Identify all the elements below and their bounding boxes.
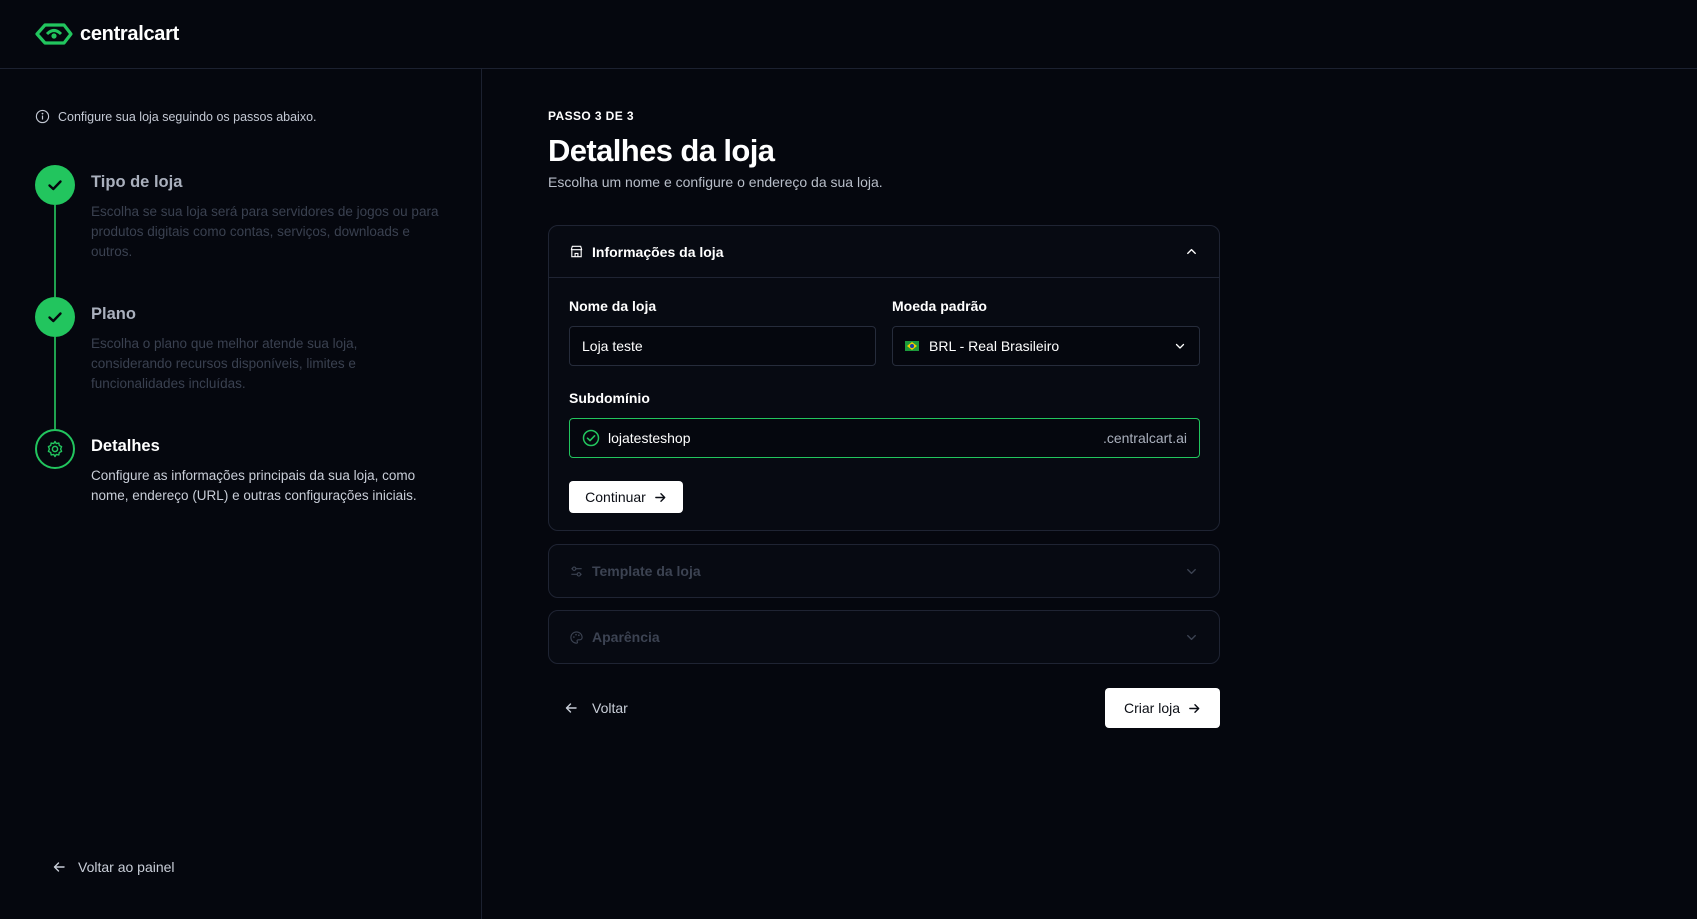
step-tipo-de-loja: Tipo de loja Escolha se sua loja será pa… [35, 165, 455, 297]
template-card[interactable]: Template da loja [548, 544, 1220, 598]
step-current-badge [35, 429, 75, 469]
arrow-right-icon [655, 492, 666, 502]
step-plano: Plano Escolha o plano que melhor atende … [35, 297, 455, 429]
step-done-badge [35, 297, 75, 337]
create-store-button[interactable]: Criar loja [1105, 688, 1220, 728]
info-icon [35, 109, 50, 124]
back-button-label: Voltar [592, 700, 628, 716]
page-subtitle: Escolha um nome e configure o endereço d… [548, 174, 883, 190]
back-to-panel-link[interactable]: Voltar ao painel [52, 859, 175, 875]
continue-button[interactable]: Continuar [569, 481, 683, 513]
steps-sidebar: Configure sua loja seguindo os passos ab… [0, 69, 482, 919]
step-title: Plano [91, 305, 136, 323]
store-info-card-body: Nome da loja Loja teste Moeda padrão BRL… [549, 278, 1219, 530]
store-icon [570, 245, 583, 258]
continue-button-label: Continuar [585, 489, 646, 505]
appearance-card-title: Aparência [592, 629, 660, 645]
store-info-card-header[interactable]: Informações da loja [549, 226, 1219, 278]
currency-label: Moeda padrão [892, 298, 987, 314]
centralcart-logo-icon [35, 23, 73, 45]
chevron-down-icon [1187, 634, 1196, 640]
template-card-title: Template da loja [592, 563, 701, 579]
back-to-panel-label: Voltar ao painel [78, 859, 175, 875]
step-title: Detalhes [91, 437, 160, 455]
subdomain-label: Subdomínio [569, 390, 650, 406]
step-indicator: PASSO 3 DE 3 [548, 109, 634, 123]
check-circle-icon [582, 429, 600, 447]
top-header: centralcart [0, 0, 1697, 69]
chevron-up-icon [1187, 248, 1196, 255]
store-name-label: Nome da loja [569, 298, 657, 314]
sliders-icon [571, 565, 582, 577]
brazil-flag-icon [905, 341, 919, 351]
sidebar-hint-text: Configure sua loja seguindo os passos ab… [58, 109, 317, 124]
check-icon [48, 180, 62, 191]
currency-value: BRL - Real Brasileiro [929, 338, 1060, 354]
steps-list: Tipo de loja Escolha se sua loja será pa… [35, 165, 455, 561]
brand-name: centralcart [80, 22, 179, 45]
store-info-card-title: Informações da loja [592, 243, 724, 260]
step-description: Escolha se sua loja será para servidores… [91, 204, 439, 259]
gear-icon [47, 440, 63, 458]
arrow-right-icon [1189, 703, 1200, 713]
step-done-badge [35, 165, 75, 205]
store-info-card: Informações da loja Nome da loja Loja te… [548, 225, 1220, 531]
appearance-card[interactable]: Aparência [548, 610, 1220, 664]
back-button[interactable]: Voltar [564, 688, 628, 728]
template-card-header[interactable]: Template da loja [549, 545, 1219, 597]
arrow-left-icon [53, 862, 65, 872]
check-icon [48, 312, 62, 323]
step-connector [54, 337, 56, 429]
arrow-left-icon [565, 703, 577, 713]
subdomain-input[interactable]: lojatesteshop .centralcart.ai [569, 418, 1200, 458]
step-detalhes: Detalhes Configure as informações princi… [35, 429, 455, 561]
step-title: Tipo de loja [91, 173, 183, 191]
palette-icon [570, 630, 583, 644]
appearance-card-header[interactable]: Aparência [549, 611, 1219, 663]
create-store-button-label: Criar loja [1123, 700, 1180, 716]
store-name-input[interactable]: Loja teste [569, 326, 876, 366]
sidebar-hint: Configure sua loja seguindo os passos ab… [35, 109, 317, 124]
step-connector [54, 205, 56, 297]
chevron-down-icon [1187, 568, 1196, 574]
step-description: Configure as informações principais da s… [91, 468, 417, 503]
store-name-value: Loja teste [582, 338, 643, 354]
subdomain-value: lojatesteshop [608, 430, 691, 446]
page-title: Detalhes da loja [548, 133, 775, 168]
subdomain-suffix: .centralcart.ai [1102, 430, 1187, 446]
brand-logo[interactable]: centralcart [34, 21, 179, 47]
step-description: Escolha o plano que melhor atende sua lo… [91, 336, 358, 391]
currency-select[interactable]: BRL - Real Brasileiro [892, 326, 1200, 366]
chevron-down-icon [1175, 343, 1185, 349]
